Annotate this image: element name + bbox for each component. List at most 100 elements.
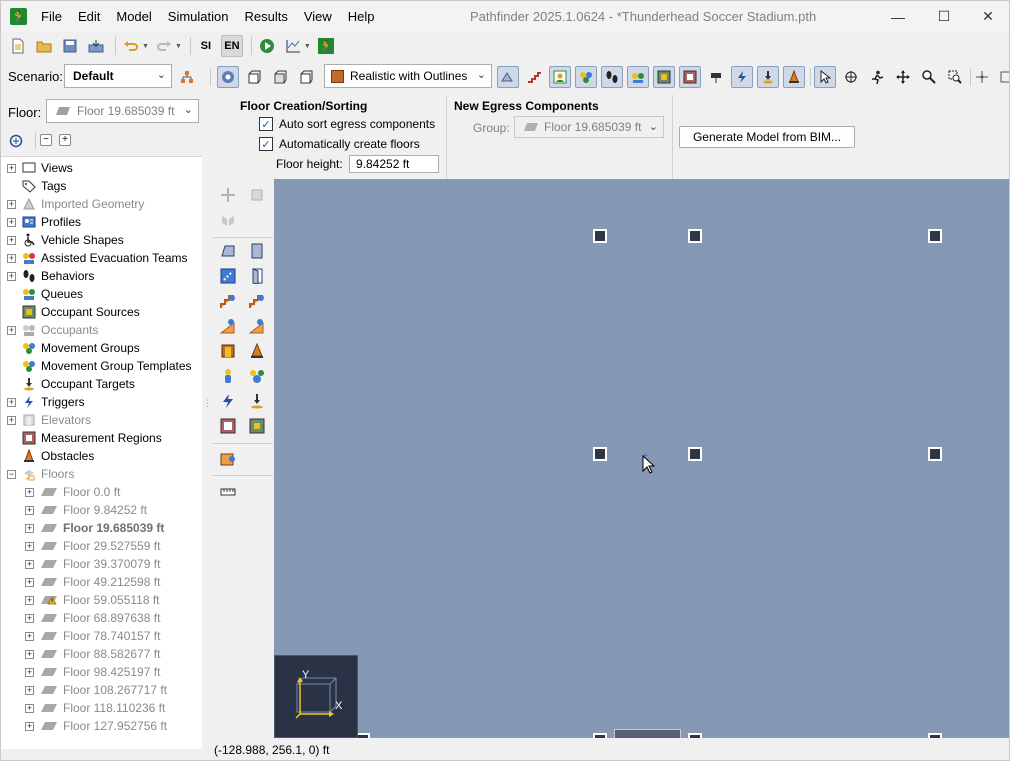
expand-icon[interactable]: + (7, 235, 16, 245)
grid-node[interactable] (928, 229, 942, 243)
show-triggers-icon[interactable] (731, 66, 753, 88)
tree-floor-item[interactable]: + Floor 59.055118 ft (25, 591, 160, 609)
menu-help[interactable]: Help (340, 1, 383, 32)
tree-item-movement-group-templates[interactable]: Movement Group Templates (7, 357, 192, 375)
redo-icon[interactable] (153, 35, 175, 57)
tree-floor-item[interactable]: + Floor 127.952756 ft (25, 717, 167, 735)
ramp-tool-icon[interactable] (218, 316, 238, 336)
grid-node[interactable] (688, 229, 702, 243)
tree-item-movement-groups[interactable]: Movement Groups (7, 339, 140, 357)
run-simulation-icon[interactable] (256, 35, 278, 57)
tree-item-floors[interactable]: − Floors (7, 465, 74, 483)
run-results-icon[interactable]: 🏃 (315, 35, 337, 57)
add-target-icon[interactable] (247, 391, 267, 411)
expand-icon[interactable]: + (25, 595, 34, 605)
room-rectangle-icon[interactable] (247, 241, 267, 261)
tree-item-vehicle-shapes[interactable]: + Vehicle Shapes (7, 231, 124, 249)
tree-floor-item[interactable]: + Floor 68.897638 ft (25, 609, 160, 627)
auto-sort-checkbox[interactable]: ✓ (259, 117, 273, 131)
expand-icon[interactable]: + (25, 577, 34, 587)
show-targets-icon[interactable] (757, 66, 779, 88)
show-groups-icon[interactable] (575, 66, 597, 88)
grid-node[interactable] (593, 733, 607, 738)
tree-item-occupant-sources[interactable]: Occupant Sources (7, 303, 140, 321)
floor-select[interactable]: Floor 19.685039 ft ⌄ (46, 99, 199, 123)
tree-floor-item[interactable]: + Floor 49.212598 ft (25, 573, 160, 591)
add-trigger-icon[interactable] (218, 391, 238, 411)
mirror-tool-icon[interactable] (218, 211, 238, 231)
add-queue-icon[interactable] (218, 449, 238, 469)
expand-icon[interactable]: + (7, 325, 16, 335)
tree-item-profiles[interactable]: + Profiles (7, 213, 81, 231)
expand-icon[interactable]: + (7, 217, 16, 227)
grid-node[interactable] (593, 447, 607, 461)
measure-tool-icon[interactable] (218, 482, 238, 502)
grid-node[interactable] (928, 447, 942, 461)
expand-icon[interactable]: + (25, 685, 34, 695)
zoom-box-icon[interactable] (944, 66, 966, 88)
tree-item-measurement-regions[interactable]: Measurement Regions (7, 429, 162, 447)
pan-tool-icon[interactable] (892, 66, 914, 88)
show-teams-icon[interactable] (627, 66, 649, 88)
import-icon[interactable] (85, 35, 107, 57)
expand-icon[interactable]: + (25, 523, 34, 533)
menu-model[interactable]: Model (108, 1, 159, 32)
show-geometry-icon[interactable] (497, 66, 519, 88)
walk-tool-icon[interactable] (866, 66, 888, 88)
scenario-select[interactable]: Default ⌄ (64, 64, 172, 88)
show-regions-icon[interactable] (679, 66, 701, 88)
expand-icon[interactable]: + (7, 397, 16, 407)
expand-icon[interactable]: + (7, 253, 16, 263)
expand-icon[interactable]: + (25, 505, 34, 515)
rotate-tool-icon[interactable] (247, 185, 267, 205)
tree-floor-item[interactable]: + Floor 9.84252 ft (25, 501, 147, 519)
view-perspective-icon[interactable] (217, 66, 239, 88)
save-icon[interactable] (59, 35, 81, 57)
auto-create-checkbox[interactable]: ✓ (259, 137, 273, 151)
select-tool-icon[interactable] (814, 66, 836, 88)
units-en-button[interactable]: EN (220, 35, 243, 57)
obstacle-tool-icon[interactable] (247, 341, 267, 361)
snap-points-icon[interactable] (995, 66, 1009, 88)
tree-floor-item[interactable]: + Floor 98.425197 ft (25, 663, 160, 681)
expand-icon[interactable]: + (7, 163, 16, 173)
tree-item-behaviors[interactable]: + Behaviors (7, 267, 94, 285)
tree-floor-item[interactable]: + Floor 88.582677 ft (25, 645, 160, 663)
tree-item-queues[interactable]: Queues (7, 285, 83, 303)
show-signs-icon[interactable] (705, 66, 727, 88)
tree-item-occupants[interactable]: + Occupants (7, 321, 98, 339)
splitter-handle[interactable]: ⋮ (203, 399, 212, 417)
tree-floor-item[interactable]: + Floor 118.110236 ft (25, 699, 165, 717)
expand-icon[interactable]: + (25, 541, 34, 551)
undo-dropdown-icon[interactable]: ▼ (142, 43, 149, 50)
new-file-icon[interactable] (7, 35, 29, 57)
undo-icon[interactable] (120, 35, 142, 57)
grid-node[interactable] (928, 733, 942, 738)
collapse-all-icon[interactable]: − (40, 134, 52, 146)
floor-height-input[interactable]: 9.84252 ft (349, 155, 439, 173)
snap-grid-icon[interactable] (971, 66, 993, 88)
redo-dropdown-icon[interactable]: ▼ (175, 43, 182, 50)
group-select[interactable]: Floor 19.685039 ft ⌄ (514, 116, 664, 138)
show-behaviors-icon[interactable] (601, 66, 623, 88)
tree-item-assisted-evacuation-teams[interactable]: + Assisted Evacuation Teams (7, 249, 188, 267)
stairs-tool-icon[interactable] (218, 291, 238, 311)
tree-floor-item[interactable]: + Floor 0.0 ft (25, 483, 120, 501)
add-group-icon[interactable] (247, 366, 267, 386)
expand-icon[interactable]: + (25, 721, 34, 731)
view-front-icon[interactable] (269, 66, 291, 88)
tree-floor-item[interactable]: + Floor 78.740157 ft (25, 627, 160, 645)
menu-file[interactable]: File (33, 1, 70, 32)
expand-icon[interactable]: + (25, 667, 34, 677)
view-side-icon[interactable] (295, 66, 317, 88)
render-mode-select[interactable]: Realistic with Outlines ⌄ (324, 64, 492, 88)
expand-icon[interactable]: + (25, 487, 34, 497)
grid-node[interactable] (593, 229, 607, 243)
scenario-tree-icon[interactable] (176, 66, 198, 88)
ramp-two-point-icon[interactable] (247, 316, 267, 336)
expand-icon[interactable]: + (25, 703, 34, 713)
expand-icon[interactable]: + (7, 199, 16, 209)
tree-floor-item[interactable]: + Floor 19.685039 ft (25, 519, 164, 537)
tree-item-imported-geometry[interactable]: + Imported Geometry (7, 195, 144, 213)
menu-view[interactable]: View (296, 1, 340, 32)
